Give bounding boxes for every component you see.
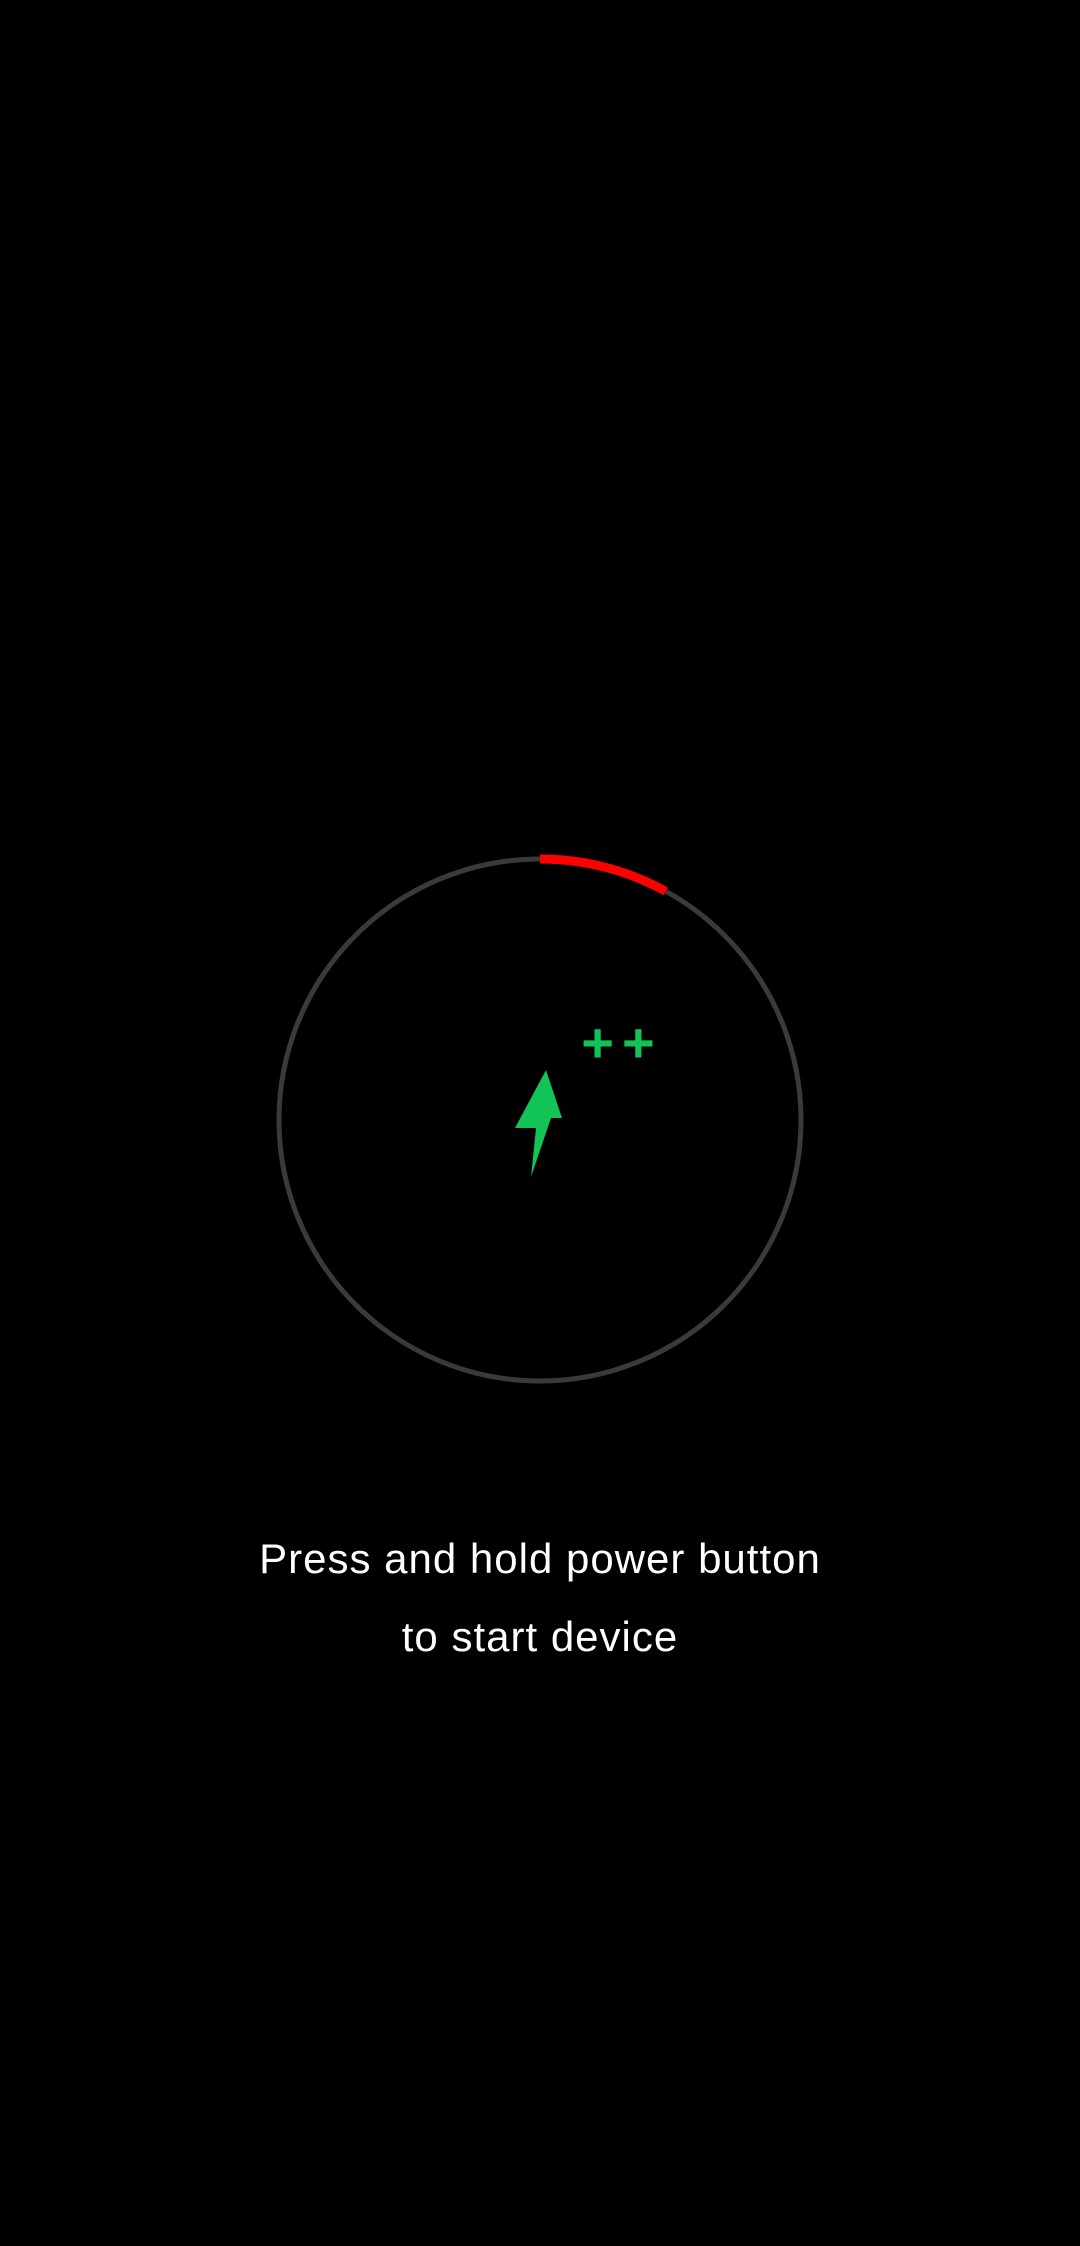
battery-level-arc: [539, 854, 668, 896]
fast-charge-indicator: ++: [581, 1011, 662, 1074]
hint-line-2: to start device: [401, 1613, 679, 1660]
battery-charge-ring: ++: [276, 854, 804, 1384]
power-on-hint: Press and hold power button to start dev…: [0, 1520, 1080, 1676]
lightning-bolt-icon: [515, 1070, 562, 1177]
hint-line-1: Press and hold power button: [259, 1535, 821, 1582]
charging-screen: ++ Press and hold power button to start …: [0, 0, 1080, 2246]
